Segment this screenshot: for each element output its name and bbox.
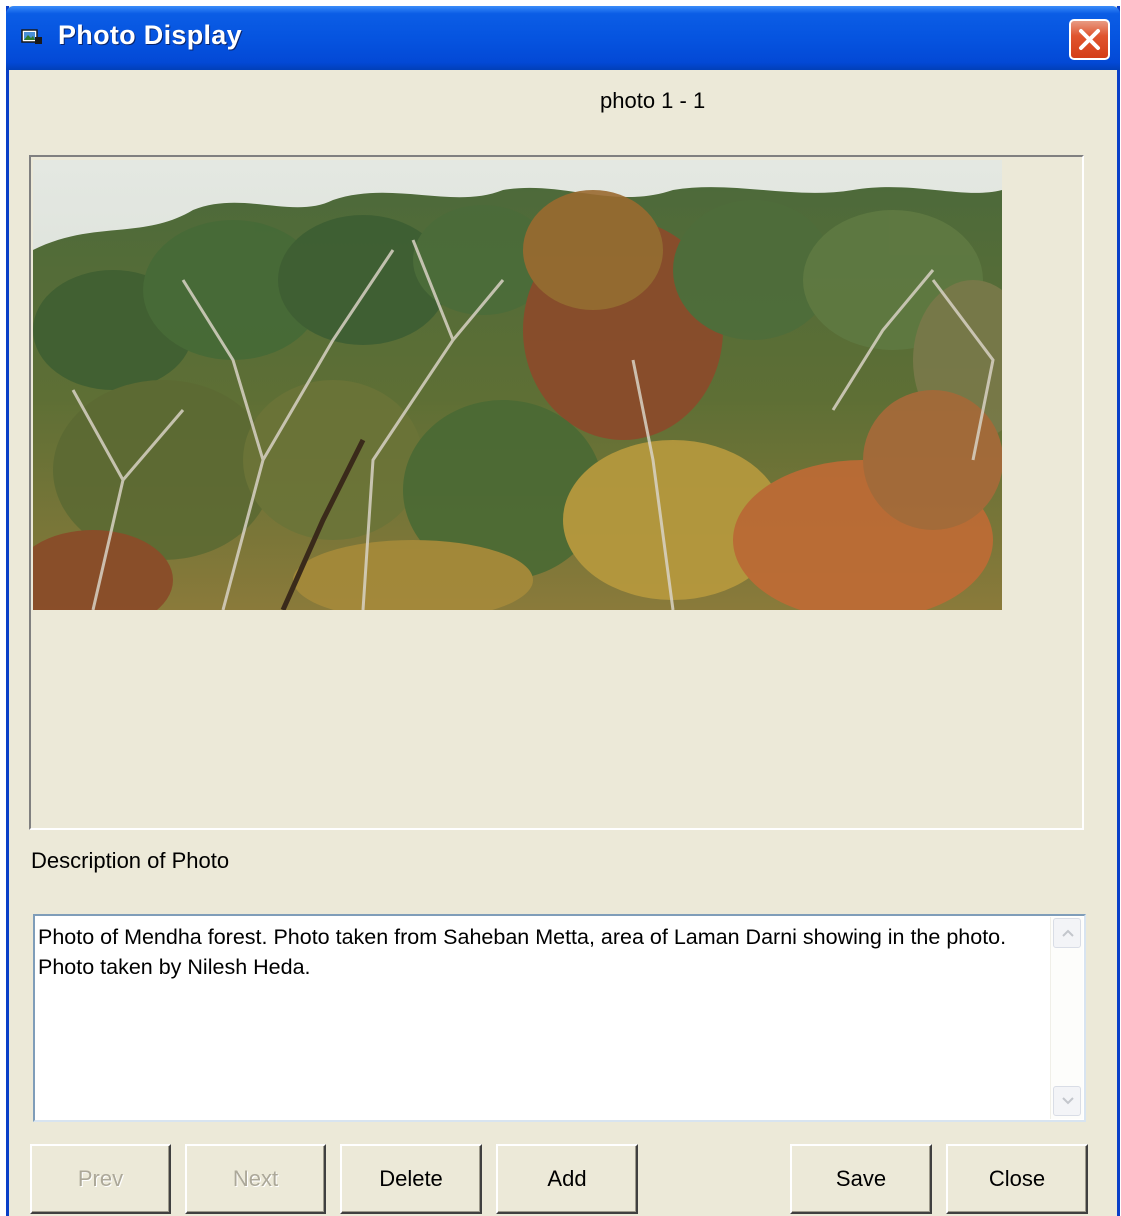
description-textarea[interactable]: Photo of Mendha forest. Photo taken from…: [33, 914, 1086, 1122]
photo-frame: [29, 155, 1084, 830]
photo-app-icon: [21, 28, 43, 46]
add-button[interactable]: Add: [496, 1144, 638, 1214]
description-label: Description of Photo: [31, 848, 230, 873]
window-title: Photo Display: [58, 20, 242, 50]
photo-counter: photo 1 - 1: [600, 88, 706, 113]
close-button[interactable]: Close: [946, 1144, 1088, 1214]
photo-display-window: Photo Display photo 1 - 1 Description of…: [6, 6, 1120, 1216]
forest-photo: [33, 160, 1002, 610]
window-close-button[interactable]: [1069, 19, 1110, 60]
chevron-down-icon: [1062, 1097, 1074, 1105]
delete-button[interactable]: Delete: [340, 1144, 482, 1214]
next-button[interactable]: Next: [185, 1144, 326, 1214]
title-bar[interactable]: Photo Display: [6, 6, 1120, 70]
chevron-up-icon: [1062, 929, 1074, 937]
save-button[interactable]: Save: [790, 1144, 932, 1214]
scroll-up-button[interactable]: [1053, 918, 1081, 948]
description-text[interactable]: Photo of Mendha forest. Photo taken from…: [38, 922, 1043, 982]
scroll-down-button[interactable]: [1053, 1086, 1081, 1116]
close-icon: [1079, 29, 1100, 50]
prev-button[interactable]: Prev: [30, 1144, 171, 1214]
description-scrollbar[interactable]: [1050, 917, 1083, 1119]
